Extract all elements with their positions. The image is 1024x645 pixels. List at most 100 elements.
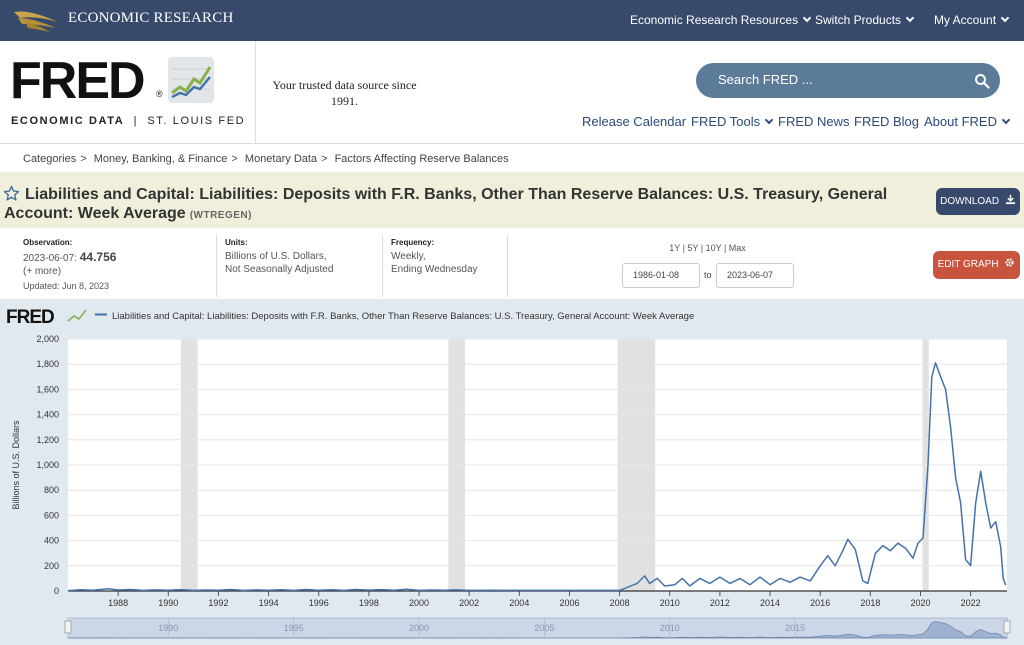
observation-label: Observation:	[23, 238, 73, 247]
start-date-input[interactable]: 1986-01-08	[622, 263, 700, 288]
observation-date: 2023-06-07:	[23, 253, 77, 264]
navigator-tick-label: 2005	[534, 623, 554, 633]
units-line1: Billions of U.S. Dollars,	[225, 251, 327, 262]
chevron-down-icon	[905, 13, 915, 23]
observation-line: 2023-06-07: 44.756	[23, 250, 116, 266]
nav-release-calendar[interactable]: Release Calendar	[582, 114, 686, 129]
tagline: Your trusted data source since 1991.	[272, 78, 417, 108]
breadcrumb-item[interactable]: Money, Banking, & Finance	[94, 153, 228, 165]
x-tick-label: 2010	[660, 598, 680, 608]
legend-label: Liabilities and Capital: Liabilities: De…	[112, 311, 694, 322]
x-tick-label: 1996	[309, 598, 329, 608]
y-tick-label: 1,800	[36, 359, 59, 369]
navigator-tick-label: 2015	[785, 623, 805, 633]
nav-label: Economic Research Resources	[630, 13, 799, 27]
nav-my-account[interactable]: My Account	[934, 13, 1010, 27]
page-title: Liabilities and Capital: Liabilities: De…	[4, 185, 924, 225]
x-tick-label: 1992	[208, 598, 228, 608]
breadcrumb-item[interactable]: Categories	[23, 153, 76, 165]
fred-logo[interactable]: FRED	[10, 55, 146, 107]
top-bar: ECONOMIC RESEARCH Economic Research Reso…	[0, 0, 1024, 41]
frequency-label: Frequency:	[391, 238, 435, 247]
x-tick-label: 2018	[860, 598, 880, 608]
gear-icon	[1005, 258, 1014, 267]
nav-label: About FRED	[924, 114, 997, 129]
x-tick-label: 2012	[710, 598, 730, 608]
breadcrumb-item[interactable]: Factors Affecting Reserve Balances	[335, 153, 509, 165]
line-chart[interactable]: FRED Liabilities and Capital: Liabilities…	[0, 299, 1024, 645]
nav-switch-products[interactable]: Switch Products	[815, 13, 915, 27]
x-tick-label: 1998	[359, 598, 379, 608]
legend-chart-icon	[67, 309, 87, 322]
navigator-tick-label: 1990	[158, 623, 178, 633]
search-icon[interactable]	[974, 73, 990, 89]
meta-divider	[382, 235, 383, 297]
breadcrumb: Categories > Money, Banking, & Finance > M…	[23, 153, 509, 165]
y-tick-label: 600	[44, 510, 59, 520]
y-tick-label: 800	[44, 485, 59, 495]
y-tick-label: 2,000	[36, 334, 59, 344]
chevron-down-icon	[1001, 115, 1011, 125]
x-tick-label: 2008	[610, 598, 630, 608]
navigator-tick-label: 1995	[284, 623, 304, 633]
x-tick-label: 1988	[108, 598, 128, 608]
registered-mark: ®	[156, 89, 163, 99]
fred-chart-logo-icon[interactable]	[168, 57, 214, 103]
download-button[interactable]: DOWNLOAD	[936, 188, 1020, 215]
search-input[interactable]	[718, 72, 958, 87]
x-tick-label: 1990	[158, 598, 178, 608]
chevron-down-icon	[764, 115, 774, 125]
nav-economic-research-resources[interactable]: Economic Research Resources	[630, 13, 812, 27]
range-links[interactable]: 1Y | 5Y | 10Y | Max	[630, 243, 785, 253]
nav-fred-news[interactable]: FRED News	[778, 114, 850, 129]
download-icon	[1005, 194, 1015, 205]
fred-logo-subtitle: ECONOMIC DATA | ST. LOUIS FED	[11, 115, 246, 127]
chevron-down-icon	[1000, 13, 1010, 23]
brand-title[interactable]: ECONOMIC RESEARCH	[68, 10, 234, 27]
frequency-line2: Ending Wednesday	[391, 264, 478, 275]
y-tick-label: 1,200	[36, 435, 59, 445]
navigator-handle-right[interactable]	[1003, 620, 1011, 634]
download-label: DOWNLOAD	[940, 196, 1000, 207]
observation-value: 44.756	[79, 250, 117, 264]
units-line2: Not Seasonally Adjusted	[225, 264, 334, 275]
nav-fred-tools[interactable]: FRED Tools	[691, 114, 774, 129]
navigator-tick-label: 2010	[660, 623, 680, 633]
header-divider	[255, 41, 256, 143]
x-tick-label: 2002	[459, 598, 479, 608]
legend-fred-logo: FRED	[6, 307, 54, 328]
nav-label: Switch Products	[815, 13, 902, 27]
meta-divider	[507, 235, 508, 297]
title-band: Liabilities and Capital: Liabilities: De…	[0, 172, 1024, 228]
eagle-logo-icon[interactable]	[12, 6, 62, 34]
x-tick-label: 1994	[259, 598, 279, 608]
navigator-tick-label: 2000	[409, 623, 429, 633]
nav-about-fred[interactable]: About FRED	[924, 114, 1011, 129]
end-date-input[interactable]: 2023-06-07	[716, 263, 794, 288]
x-tick-label: 2000	[409, 598, 429, 608]
x-tick-label: 2004	[509, 598, 529, 608]
nav-fred-blog[interactable]: FRED Blog	[854, 114, 919, 129]
to-label: to	[704, 270, 712, 280]
edit-graph-button[interactable]: EDIT GRAPH	[933, 251, 1020, 279]
nav-label: FRED Tools	[691, 114, 761, 129]
breadcrumb-item[interactable]: Monetary Data	[245, 153, 317, 165]
series-id: (WTREGEN)	[189, 210, 252, 221]
edit-graph-label: EDIT GRAPH	[937, 259, 999, 270]
updated-date: Updated: Jun 8, 2023	[23, 281, 110, 291]
chevron-down-icon	[802, 13, 812, 23]
y-tick-label: 1,600	[36, 384, 59, 394]
more-link[interactable]: (+ more)	[23, 265, 61, 279]
x-tick-label: 2016	[810, 598, 830, 608]
search-box[interactable]	[696, 63, 1000, 98]
header: FRED ® ECONOMIC DATA | ST. LOUIS FED You…	[0, 41, 1024, 144]
units-label: Units:	[225, 238, 248, 247]
x-tick-label: 2006	[559, 598, 579, 608]
y-axis-label: Billions of U.S. Dollars	[11, 420, 21, 510]
nav-label: FRED Blog	[854, 114, 920, 129]
y-tick-label: 0	[54, 586, 59, 596]
y-tick-label: 1,400	[36, 410, 59, 420]
y-tick-label: 200	[44, 561, 59, 571]
navigator-handle-left[interactable]	[64, 620, 72, 634]
meta-divider	[216, 235, 217, 297]
